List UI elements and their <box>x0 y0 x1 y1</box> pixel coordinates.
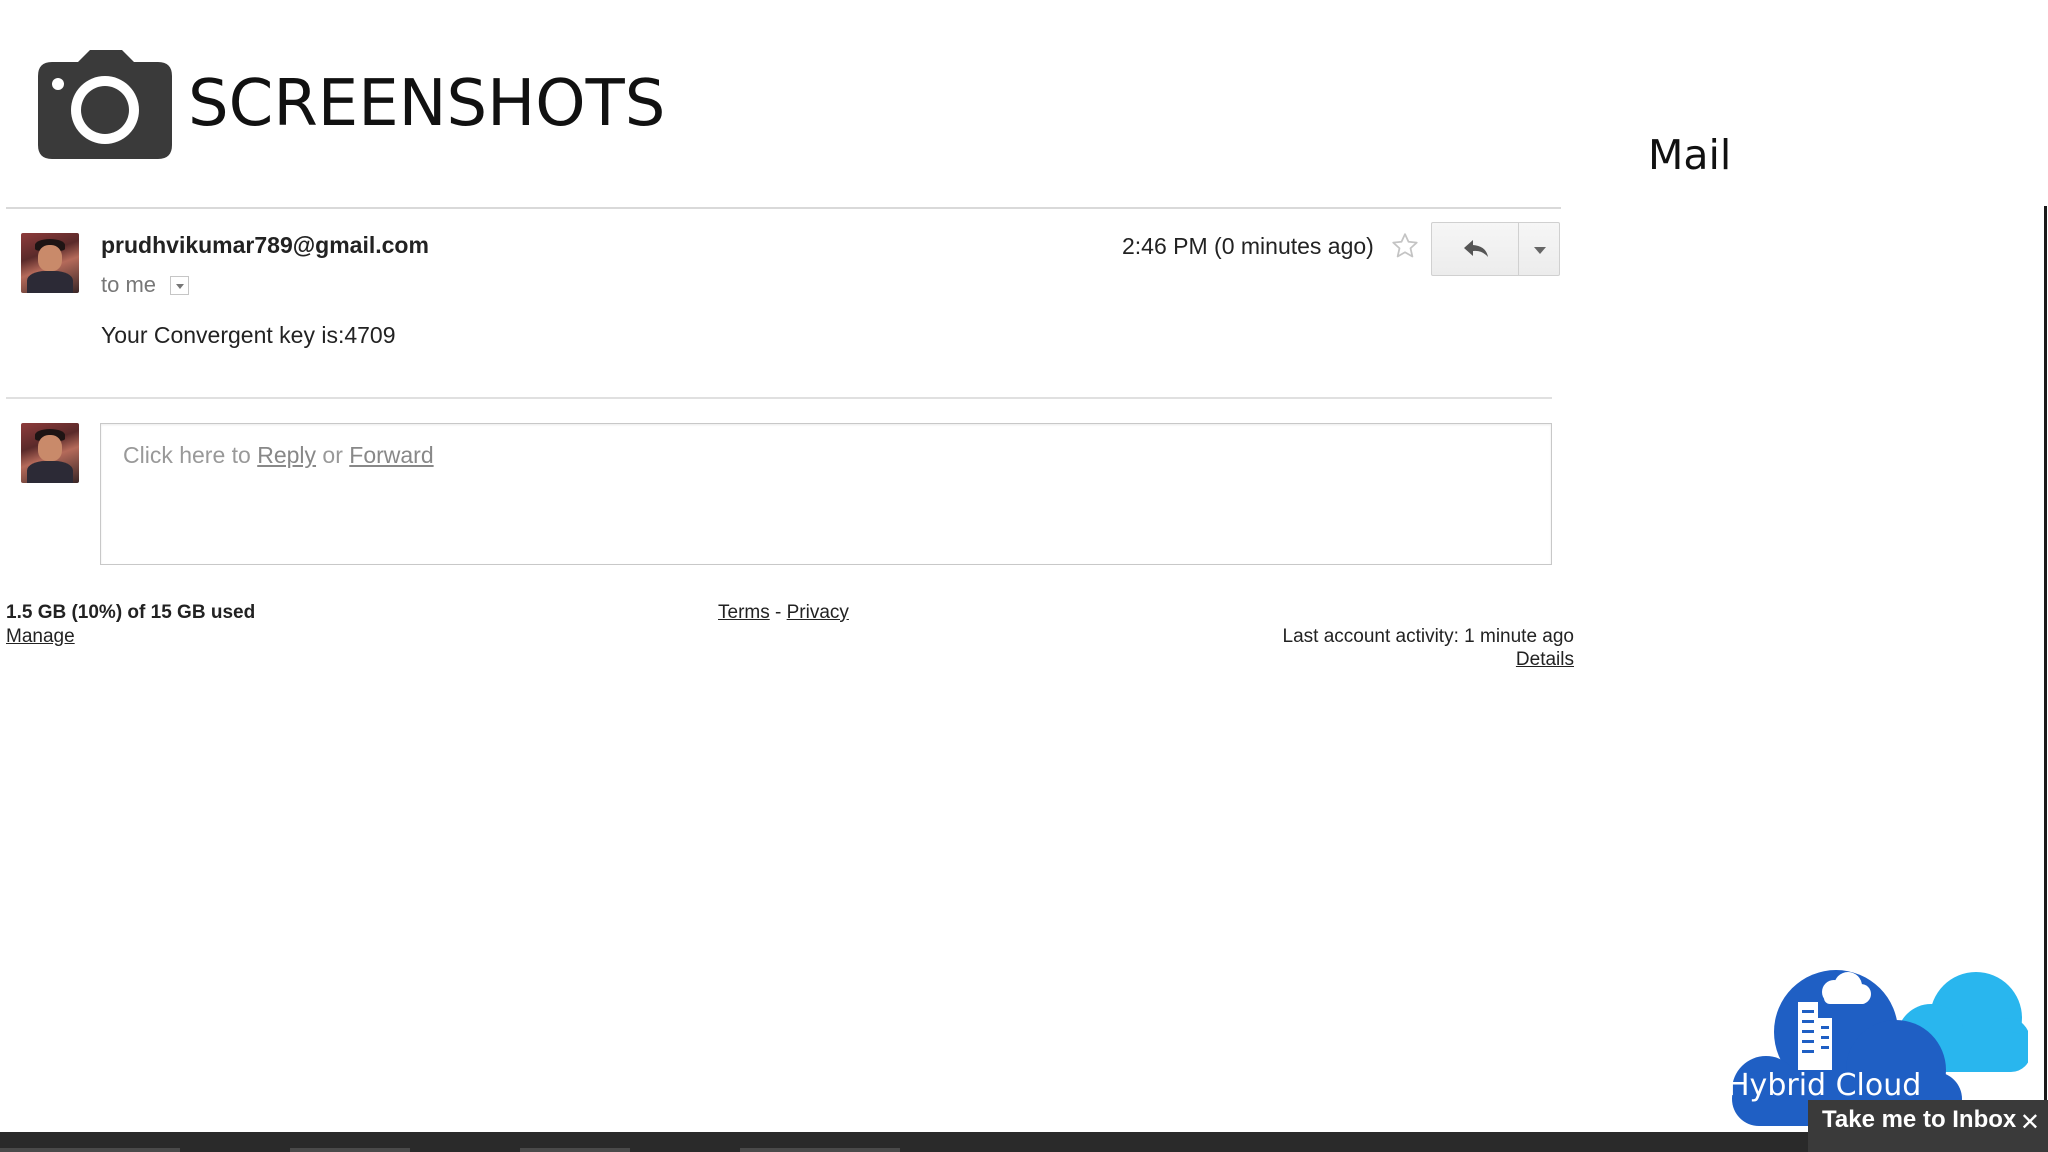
privacy-link[interactable]: Privacy <box>787 602 849 623</box>
reply-box[interactable]: Click here to Reply or Forward <box>100 423 1552 565</box>
message-body: Your Convergent key is:4709 <box>101 322 396 348</box>
close-icon[interactable]: ✕ <box>2020 1108 2040 1137</box>
recipient-details-dropdown[interactable] <box>170 276 189 295</box>
reply-prompt-prefix: Click here to <box>123 442 258 468</box>
avatar[interactable] <box>21 233 79 293</box>
taskbar <box>0 1132 2048 1152</box>
manage-link[interactable]: Manage <box>6 626 75 648</box>
reply-prompt-separator: or <box>316 442 350 468</box>
inbox-banner[interactable]: Take me to Inbox ✕ <box>1808 1100 2048 1152</box>
terms-link[interactable]: Terms <box>718 602 770 623</box>
hybrid-cloud-label: Hybrid Cloud <box>1727 1068 1922 1103</box>
avatar <box>21 423 79 483</box>
divider <box>2044 206 2047 1106</box>
section-label: Mail <box>1648 131 1732 179</box>
page-title: SCREENSHOTS <box>188 67 666 141</box>
last-activity: Last account activity: 1 minute ago <box>1282 626 1575 647</box>
footer-separator: - <box>775 602 782 623</box>
divider <box>6 207 1561 209</box>
divider <box>6 397 1552 399</box>
more-actions-button[interactable] <box>1518 222 1560 276</box>
sender-email[interactable]: prudhvikumar789@gmail.com <box>101 232 429 259</box>
camera-icon <box>38 50 172 159</box>
inbox-banner-text[interactable]: Take me to Inbox <box>1822 1106 2016 1134</box>
details-link[interactable]: Details <box>1516 649 1574 671</box>
slide: SCREENSHOTS Mail prudhvikumar789@gmail.c… <box>0 0 2048 1152</box>
reply-link[interactable]: Reply <box>257 442 316 468</box>
footer-links: Terms - Privacy <box>718 602 849 624</box>
storage-quota: 1.5 GB (10%) of 15 GB used <box>6 602 256 623</box>
message-timestamp: 2:46 PM (0 minutes ago) <box>1122 233 1374 259</box>
reply-arrow-icon <box>1464 240 1488 257</box>
forward-link[interactable]: Forward <box>349 442 433 468</box>
star-icon[interactable] <box>1390 231 1420 261</box>
reply-prompt: Click here to Reply or Forward <box>123 442 434 469</box>
recipient-label: to me <box>101 272 157 297</box>
reply-button[interactable] <box>1431 222 1519 276</box>
